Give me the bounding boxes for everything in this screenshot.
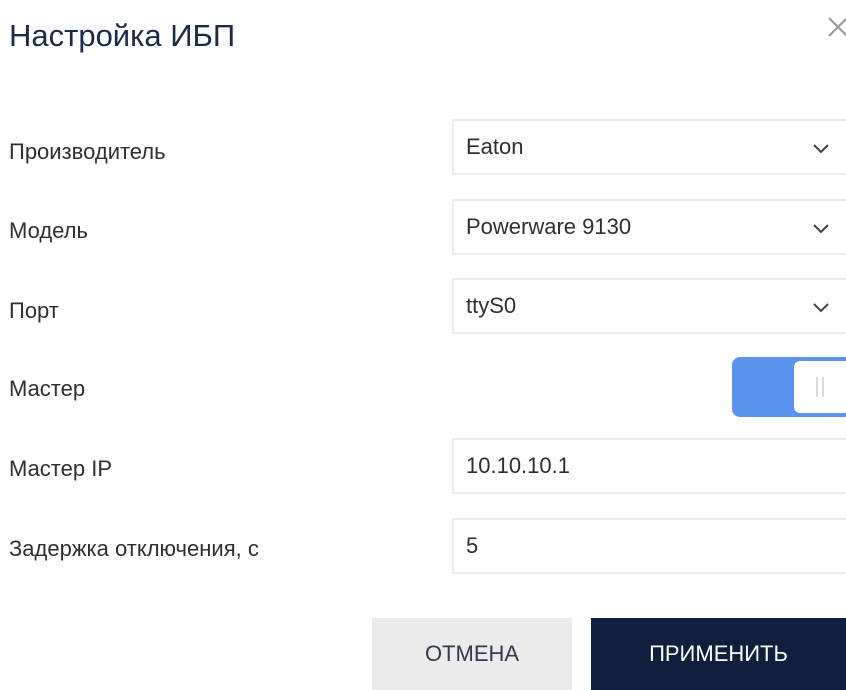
dialog-title: Настройка ИБП xyxy=(9,18,236,53)
ups-settings-dialog: Настройка ИБП Производитель Eaton Модель… xyxy=(0,0,846,690)
master-ip-value: 10.10.10.1 xyxy=(466,453,570,478)
manufacturer-select[interactable]: Eaton xyxy=(452,119,846,175)
master-label: Мастер xyxy=(9,376,86,401)
master-toggle[interactable] xyxy=(732,357,846,417)
port-select[interactable]: ttyS0 xyxy=(452,278,846,334)
grip-icon xyxy=(816,377,824,397)
apply-button[interactable]: ПРИМЕНИТЬ xyxy=(591,618,846,690)
master-ip-input[interactable]: 10.10.10.1 xyxy=(452,438,846,494)
chevron-down-icon xyxy=(812,300,830,314)
master-ip-label: Мастер IP xyxy=(9,456,113,481)
cancel-button[interactable]: ОТМЕНА xyxy=(372,618,572,690)
toggle-knob[interactable] xyxy=(794,361,846,413)
chevron-down-icon xyxy=(812,141,830,155)
model-value: Powerware 9130 xyxy=(466,214,632,239)
manufacturer-value: Eaton xyxy=(466,134,524,159)
manufacturer-label: Производитель xyxy=(9,139,166,164)
shutdown-delay-label: Задержка отключения, с xyxy=(9,536,259,561)
model-label: Модель xyxy=(9,218,88,243)
close-icon[interactable] xyxy=(826,12,846,40)
shutdown-delay-value: 5 xyxy=(466,533,479,558)
chevron-down-icon xyxy=(812,221,830,235)
port-label: Порт xyxy=(9,298,59,323)
model-select[interactable]: Powerware 9130 xyxy=(452,199,846,255)
port-value: ttyS0 xyxy=(466,293,517,318)
shutdown-delay-input[interactable]: 5 xyxy=(452,518,846,574)
